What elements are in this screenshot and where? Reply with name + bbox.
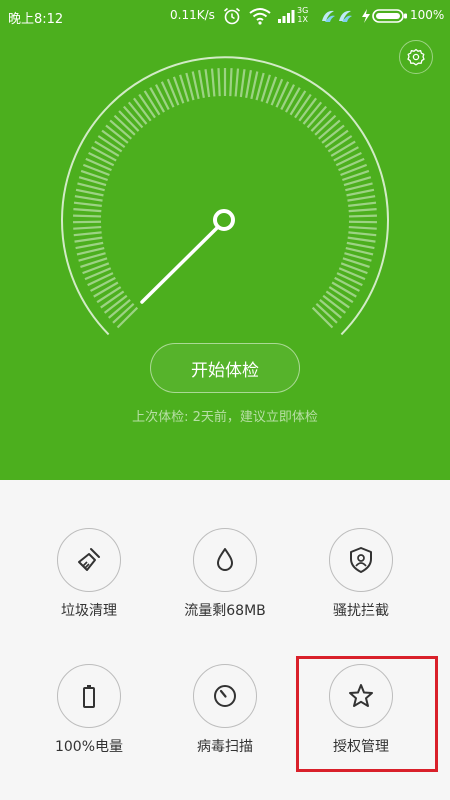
gauge-tick: [346, 241, 375, 250]
shield-user-icon: [350, 547, 372, 573]
start-checkup-button[interactable]: 开始体检: [150, 343, 300, 393]
tile-label: 病毒扫描: [197, 739, 253, 755]
gauge-tick: [74, 195, 103, 202]
tile-icon-circle: [329, 528, 393, 592]
gauge-tick: [73, 214, 102, 218]
gauge-tick: [204, 69, 211, 98]
tile-virus-scan[interactable]: 病毒扫描: [160, 664, 290, 774]
gauge-tick: [331, 281, 357, 298]
gauge-tick: [73, 231, 102, 237]
network-type: 3G 1X: [297, 6, 308, 24]
gauge-tick: [73, 208, 102, 213]
battery-icon: [372, 9, 407, 23]
gauge-pivot: [213, 209, 235, 231]
sim-status-icon: [322, 10, 352, 22]
gauge-tick: [335, 151, 362, 167]
gauge-tick: [348, 214, 377, 218]
gauge-tick: [348, 225, 377, 230]
gauge-tick: [347, 236, 376, 243]
gauge-tick: [327, 135, 353, 153]
gauge-tick: [90, 276, 116, 292]
network-speed: 0.11K/s: [170, 8, 215, 22]
gauge-tick: [289, 90, 307, 116]
battery-level: 100%: [410, 8, 445, 22]
network-type-1x: 1X: [297, 15, 308, 24]
gauge-tick: [191, 71, 200, 100]
gauge-tick: [91, 146, 117, 162]
gauge-tick: [229, 68, 233, 97]
gauge-tick: [234, 68, 240, 97]
gauge-tick: [74, 236, 103, 243]
gauge-tick: [160, 81, 175, 108]
gauge-tick: [75, 241, 104, 250]
gauge-tick: [73, 225, 102, 230]
tile-icon-circle: [57, 528, 121, 592]
tile-label: 100%电量: [54, 739, 124, 755]
battery-icon: [83, 685, 95, 708]
gauge-tick: [93, 281, 119, 298]
gauge-tick: [210, 68, 216, 97]
gauge-tick: [328, 286, 354, 304]
tile-harassment-block[interactable]: 骚扰拦截: [296, 528, 426, 638]
gauge-tick: [347, 195, 376, 202]
gauge-tick: [197, 70, 205, 99]
gauge-tick: [348, 208, 377, 213]
last-check-text: 上次体检: 2天前，建议立即体检: [132, 410, 318, 425]
alarm-icon: [223, 7, 241, 25]
health-gauge: [61, 56, 389, 336]
tile-icon-circle: [57, 664, 121, 728]
gauge-tick: [149, 87, 165, 113]
gauge-ticks: [72, 68, 378, 329]
wifi-icon: [249, 8, 271, 25]
gauge-tick: [88, 151, 115, 167]
scan-dial-icon: [214, 685, 236, 707]
gauge-tick: [155, 84, 170, 111]
gauge-tick: [96, 286, 122, 304]
gauge-tick: [250, 71, 259, 100]
charging-icon: [362, 9, 370, 23]
gauge-tick: [143, 90, 161, 116]
gauge-tick: [348, 231, 377, 237]
network-type-3g: 3G: [297, 6, 309, 15]
gauge-tick: [239, 69, 246, 98]
gauge-tick: [94, 140, 120, 157]
gauge-tick: [285, 87, 301, 113]
status-bar: 晚上8:12 0.11K/s 3G 1X 100%: [0, 0, 450, 32]
broom-icon: [78, 548, 100, 571]
gauge-tick: [334, 276, 360, 292]
gauge-tick: [280, 84, 295, 111]
gauge-tick: [245, 70, 253, 99]
tile-battery[interactable]: 100%电量: [24, 664, 154, 774]
gauge-tick: [97, 135, 123, 153]
gauge-tick: [87, 272, 114, 287]
gauge-tick: [275, 81, 290, 108]
tile-junk-clean[interactable]: 垃圾清理: [24, 528, 154, 638]
tile-icon-circle: [193, 528, 257, 592]
gauge-tick: [333, 146, 359, 162]
header-panel: 晚上8:12 0.11K/s 3G 1X 100% 开始体检 上次体检: 2天前…: [0, 0, 450, 480]
tile-label: 垃圾清理: [61, 603, 117, 619]
selection-highlight: [296, 656, 438, 772]
gauge-tick: [73, 201, 102, 207]
drop-icon: [217, 548, 233, 571]
gauge-needle: [140, 219, 226, 304]
gauge-tick: [346, 188, 375, 197]
signal-bars-icon: [278, 10, 295, 23]
gauge-tick: [330, 140, 356, 157]
gauge-tick: [75, 188, 104, 197]
gauge-tick: [348, 201, 377, 207]
tile-label: 流量剩68MB: [184, 603, 266, 619]
tile-label: 骚扰拦截: [333, 603, 389, 619]
gauge-tick: [76, 247, 105, 256]
tile-icon-circle: [193, 664, 257, 728]
gauge-tick: [336, 272, 363, 287]
tile-data-usage[interactable]: 流量剩68MB: [160, 528, 290, 638]
gauge-tick: [345, 247, 374, 256]
status-time: 晚上8:12: [8, 12, 64, 27]
gauge-tick: [217, 68, 221, 97]
